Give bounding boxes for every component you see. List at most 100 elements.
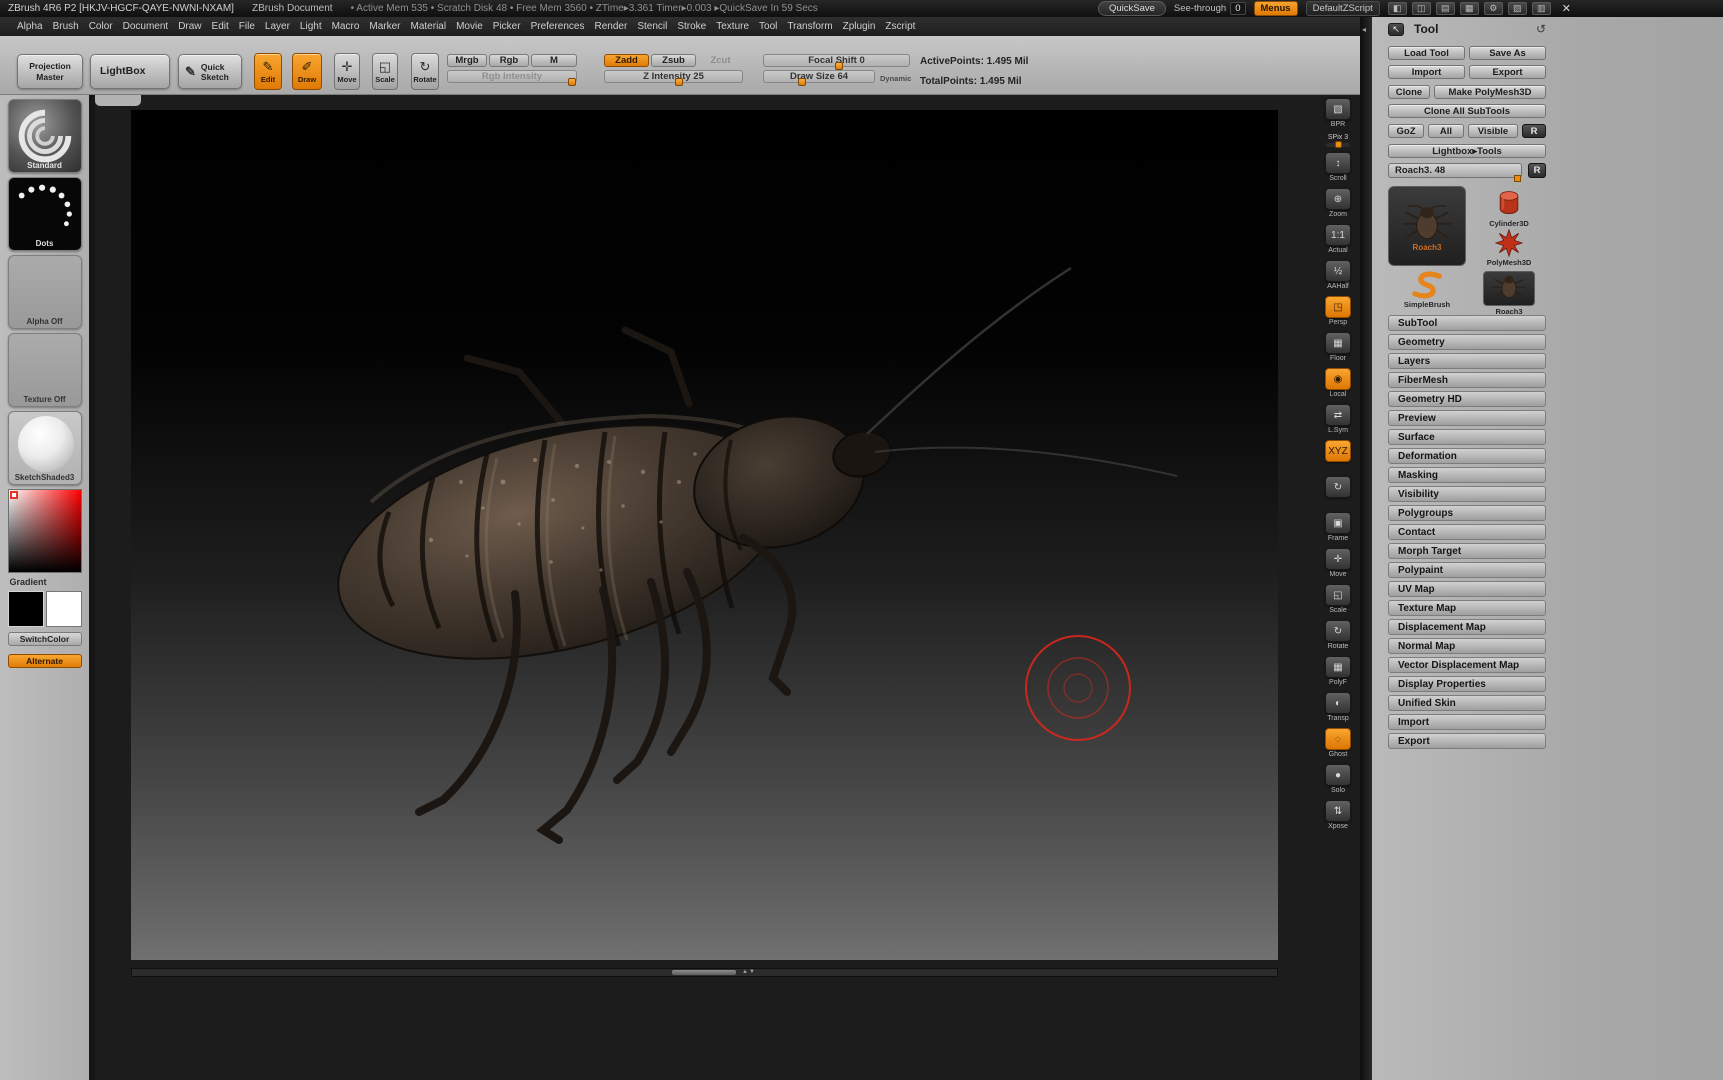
scroll-arrows[interactable]: ▲▼ xyxy=(742,969,756,975)
right-tray-divider[interactable]: ◂ xyxy=(1360,17,1372,1080)
menu-item[interactable]: Draw xyxy=(173,21,206,32)
zsub-button[interactable]: Zsub xyxy=(651,54,696,67)
quicksave-button[interactable]: QuickSave xyxy=(1097,1,1166,16)
document-canvas[interactable] xyxy=(131,110,1278,960)
menu-item[interactable]: Picker xyxy=(488,21,526,32)
import-button[interactable]: Import xyxy=(1388,65,1465,79)
goz-button[interactable]: GoZ xyxy=(1388,124,1424,138)
window-icon[interactable]: ⚙ xyxy=(1483,2,1503,15)
close-icon[interactable]: ✕ xyxy=(1562,2,1571,15)
active-tool-thumbnail[interactable]: Roach3 xyxy=(1388,186,1466,266)
menu-item[interactable]: Macro xyxy=(327,21,365,32)
palette-section[interactable]: Polypaint xyxy=(1388,562,1546,578)
right-shelf-button[interactable]: ⇄ L.Sym xyxy=(1325,404,1351,435)
menu-item[interactable]: Render xyxy=(590,21,633,32)
right-shelf-button[interactable]: ▦ PolyF xyxy=(1325,656,1351,687)
draw-size-slider[interactable]: Draw Size 64 xyxy=(763,70,875,86)
rgb-intensity-slider[interactable]: Rgb Intensity xyxy=(447,70,577,86)
tray-collapse-icon[interactable]: ◂ xyxy=(1362,25,1366,34)
menu-item[interactable]: Transform xyxy=(782,21,837,32)
menu-item[interactable]: Tool xyxy=(754,21,782,32)
right-shelf-button[interactable]: ◳ Persp xyxy=(1325,296,1351,327)
right-shelf-button[interactable]: ↕ Scroll xyxy=(1325,152,1351,183)
palette-section[interactable]: Visibility xyxy=(1388,486,1546,502)
load-tool-button[interactable]: Load Tool xyxy=(1388,46,1465,60)
menu-item[interactable]: Texture xyxy=(711,21,754,32)
palette-section[interactable]: Geometry xyxy=(1388,334,1546,350)
menu-item[interactable]: Edit xyxy=(207,21,234,32)
menu-item[interactable]: Layer xyxy=(260,21,295,32)
right-shelf-button[interactable]: ● Solo xyxy=(1325,764,1351,795)
stroke-thumbnail[interactable]: Dots xyxy=(7,177,82,251)
menu-item[interactable]: Document xyxy=(118,21,174,32)
palette-section[interactable]: Import xyxy=(1388,714,1546,730)
menu-item[interactable]: Material xyxy=(406,21,452,32)
palette-section[interactable]: Export xyxy=(1388,733,1546,749)
palette-dock-icon[interactable]: ↖ xyxy=(1388,22,1404,36)
secondary-color-swatch[interactable] xyxy=(45,591,82,627)
menu-item[interactable]: Zplugin xyxy=(838,21,881,32)
rotate-button[interactable]: ↻ Rotate xyxy=(411,53,439,90)
current-tool-handle[interactable] xyxy=(1514,175,1521,182)
clone-button[interactable]: Clone xyxy=(1388,85,1430,99)
dynamic-toggle[interactable]: Dynamic xyxy=(880,74,911,83)
save-as-button[interactable]: Save As xyxy=(1469,46,1546,60)
right-shelf-button[interactable]: ◉ Local xyxy=(1325,368,1351,399)
right-shelf-button[interactable]: ◐ Transp xyxy=(1325,692,1351,723)
quick-sketch-button[interactable]: ✎ Quick Sketch xyxy=(178,54,242,89)
palette-section[interactable]: Normal Map xyxy=(1388,638,1546,654)
clone-all-subtools-button[interactable]: Clone All SubTools xyxy=(1388,104,1546,118)
refresh-icon[interactable]: ↺ xyxy=(1536,22,1546,36)
palette-section[interactable]: SubTool xyxy=(1388,315,1546,331)
palette-section[interactable]: Texture Map xyxy=(1388,600,1546,616)
palette-section[interactable]: Preview xyxy=(1388,410,1546,426)
right-shelf-button[interactable]: 1:1 Actual xyxy=(1325,224,1351,255)
goz-visible-button[interactable]: Visible xyxy=(1468,124,1518,138)
brush-thumbnail[interactable]: Standard xyxy=(7,99,82,173)
menus-button[interactable]: Menus xyxy=(1253,1,1298,16)
right-shelf-button[interactable]: ½ AAHalf xyxy=(1325,260,1351,291)
window-icon[interactable]: ▤ xyxy=(1435,2,1455,15)
focal-shift-slider[interactable]: Focal Shift 0 xyxy=(763,54,910,70)
cylinder3d-thumbnail[interactable]: Cylinder3D xyxy=(1476,188,1542,228)
z-intensity-slider[interactable]: Z Intensity 25 xyxy=(604,70,743,86)
menu-item[interactable]: File xyxy=(234,21,260,32)
window-icon[interactable]: ▦ xyxy=(1459,2,1479,15)
right-shelf-button[interactable]: ▦ Floor xyxy=(1325,332,1351,363)
projection-master-button[interactable]: Projection Master xyxy=(17,54,83,89)
menu-item[interactable]: Marker xyxy=(364,21,405,32)
palette-section[interactable]: Deformation xyxy=(1388,448,1546,464)
main-color-swatch[interactable] xyxy=(7,591,44,627)
rgb-button[interactable]: Rgb xyxy=(489,54,529,67)
palette-section[interactable]: UV Map xyxy=(1388,581,1546,597)
menu-item[interactable]: Alpha xyxy=(12,21,48,32)
texture-thumbnail[interactable]: Texture Off xyxy=(7,333,82,407)
gradient-toggle[interactable]: Gradient xyxy=(10,577,82,587)
right-shelf-button[interactable]: ◌ Ghost xyxy=(1325,728,1351,759)
right-shelf-button[interactable]: XYZ xyxy=(1325,440,1351,471)
polymesh3d-thumbnail[interactable]: PolyMesh3D xyxy=(1476,229,1542,267)
menu-item[interactable]: Brush xyxy=(48,21,84,32)
palette-section[interactable]: Contact xyxy=(1388,524,1546,540)
slider-handle[interactable] xyxy=(675,78,683,86)
menu-item[interactable]: Color xyxy=(84,21,118,32)
current-tool-r-button[interactable]: R xyxy=(1528,163,1546,178)
bpr-button[interactable]: ▧ BPR xyxy=(1325,98,1351,129)
window-icon[interactable]: ▥ xyxy=(1531,2,1551,15)
draw-button[interactable]: ✐ Draw xyxy=(292,53,322,90)
palette-section[interactable]: Displacement Map xyxy=(1388,619,1546,635)
alternate-button[interactable]: Alternate xyxy=(7,654,82,668)
move-button[interactable]: ✛ Move xyxy=(334,53,360,90)
zcut-button[interactable]: Zcut xyxy=(698,54,743,67)
make-polymesh3d-button[interactable]: Make PolyMesh3D xyxy=(1434,85,1546,99)
edit-button[interactable]: ✎ Edit xyxy=(254,53,282,90)
menu-item[interactable]: Preferences xyxy=(526,21,590,32)
simplebrush-thumbnail[interactable]: SimpleBrush xyxy=(1388,271,1466,309)
default-zscript-button[interactable]: DefaultZScript xyxy=(1305,1,1380,16)
see-through-slider[interactable]: See-through 0 xyxy=(1174,2,1246,15)
window-icon[interactable]: ◫ xyxy=(1411,2,1431,15)
current-tool-name[interactable]: Roach3. 48 xyxy=(1388,163,1522,178)
palette-section[interactable]: Unified Skin xyxy=(1388,695,1546,711)
palette-section[interactable]: Display Properties xyxy=(1388,676,1546,692)
right-shelf-button[interactable]: ↻ Rotate xyxy=(1325,620,1351,651)
